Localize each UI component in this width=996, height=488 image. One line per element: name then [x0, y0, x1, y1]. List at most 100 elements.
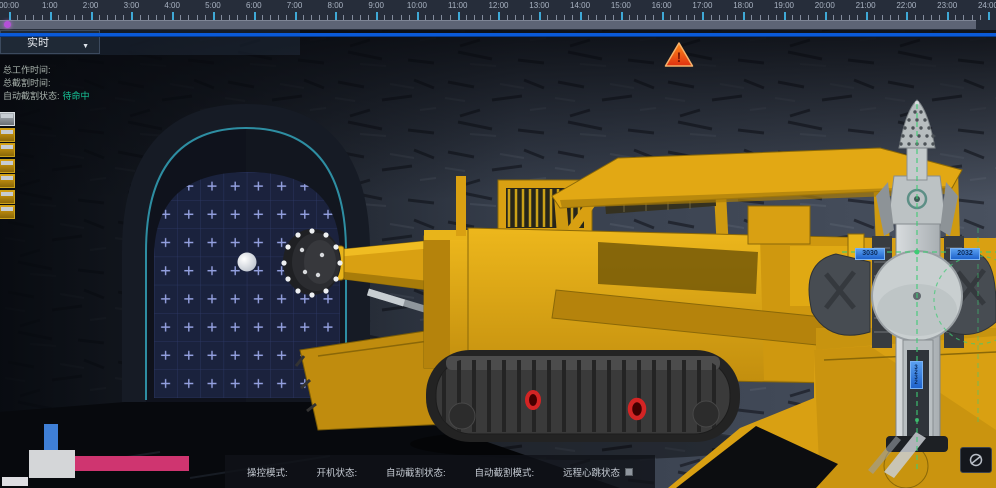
bottom-bar-item: 自动截割模式: [474, 465, 534, 479]
timeline-hour-label: 11:00 [448, 1, 467, 10]
clear-tool-icon[interactable] [960, 447, 992, 473]
measurement-badge-vertical: 3232 [910, 361, 923, 389]
bottom-status-bar: 操控模式: 开机状态: 自动截割状态: 自动截割模式: 远程心跳状态 [225, 455, 655, 488]
hour-tick [295, 12, 297, 20]
timeline-hour-label: 7:00 [287, 1, 303, 10]
hour-tick [417, 12, 419, 20]
hour-tick [580, 12, 582, 20]
bottom-bar-label: 操控模式: [247, 465, 288, 479]
hour-tick [9, 12, 11, 20]
equipment-icon-strip[interactable] [0, 112, 16, 221]
hour-tick [539, 12, 541, 20]
timeline-hour-label: 19:00 [774, 1, 794, 10]
hour-tick [784, 12, 786, 20]
timeline-hour-label: 22:00 [896, 1, 916, 10]
timeline-hour-label: 4:00 [164, 1, 180, 10]
timeline-hour-label: 14:00 [570, 1, 590, 10]
status-panel: 总工作时间:总截割时间:自动截割状态:待命中 [3, 63, 90, 102]
hour-tick [498, 12, 500, 20]
axis-gizmo [0, 420, 200, 480]
hour-tick [743, 12, 745, 20]
hour-tick [866, 12, 868, 20]
minute-tick [980, 15, 981, 20]
timeline-hour-label: 18:00 [733, 1, 753, 10]
timeline-hour-label: 6:00 [246, 1, 262, 10]
timeline-hour-label: 12:00 [488, 1, 508, 10]
playhead-marker[interactable] [4, 21, 11, 28]
hour-tick [91, 12, 93, 20]
bottom-bar-item: 远程心跳状态 [563, 465, 633, 479]
status-value: 待命中 [63, 91, 90, 101]
status-label: 总截割时间: [3, 78, 51, 88]
measurement-badge-right: 2032 [950, 248, 980, 260]
warning-icon[interactable]: ! [664, 41, 694, 73]
hour-tick [50, 12, 52, 20]
equipment-thumbnail-icon[interactable] [0, 190, 15, 204]
bottom-bar-item: 自动截割状态: [386, 465, 446, 479]
hour-tick [947, 12, 949, 20]
timeline-hour-label: 13:00 [529, 1, 549, 10]
timeline-hour-label: 16:00 [652, 1, 672, 10]
status-label: 自动截割状态: [3, 91, 60, 101]
status-line: 自动截割状态:待命中 [3, 89, 90, 102]
timeline-hour-label: 10:00 [407, 1, 427, 10]
app-window: 00:00 1:00 2:00 3:00 4:00 5:00 6:00 7:00 8:00 9:0… [0, 0, 996, 488]
timeline-hour-label: 23:00 [937, 1, 957, 10]
hour-tick [335, 12, 337, 20]
timeline-hour-label: 3:00 [124, 1, 140, 10]
timeline-hour-label: 20:00 [815, 1, 835, 10]
bottom-bar-item: 开机状态: [316, 465, 357, 479]
axis-origin-square [29, 450, 75, 478]
hour-tick [621, 12, 623, 20]
bottom-bar-label: 自动截割状态: [386, 465, 446, 479]
timeline-hour-label: 5:00 [205, 1, 221, 10]
equipment-thumbnail-icon[interactable] [0, 143, 15, 157]
hour-tick [172, 12, 174, 20]
timeline-hour-label: 24:00 [978, 1, 996, 10]
timeline-hour-label: 17:00 [692, 1, 712, 10]
timeline-bar[interactable]: 00:00 1:00 2:00 3:00 4:00 5:00 6:00 7:00 8:00 9:0… [0, 0, 996, 30]
hour-tick [213, 12, 215, 20]
target-sphere-marker [238, 253, 257, 272]
equipment-thumbnail-icon[interactable] [0, 128, 15, 142]
hour-tick [825, 12, 827, 20]
heartbeat-indicator [625, 468, 633, 476]
bottom-bar-label: 自动截割模式: [474, 465, 534, 479]
timeline-range-band[interactable] [0, 20, 976, 29]
hour-tick [254, 12, 256, 20]
equipment-thumbnail-icon[interactable] [0, 112, 15, 126]
bottom-bar-item: 操控模式: [247, 465, 288, 479]
axis-x-bar [75, 456, 189, 471]
timeline-hour-label: 2:00 [83, 1, 99, 10]
hour-tick [906, 12, 908, 20]
hour-tick [662, 12, 664, 20]
timeline-hour-label: 15:00 [611, 1, 631, 10]
hour-tick [458, 12, 460, 20]
status-label: 总工作时间: [3, 65, 51, 75]
timeline-hour-label: 00:00 [0, 1, 19, 10]
bottom-bar-label: 开机状态: [316, 465, 357, 479]
status-line: 总截割时间: [3, 76, 90, 89]
hour-tick [376, 12, 378, 20]
hour-tick [702, 12, 704, 20]
red-tow-ring [527, 392, 539, 408]
equipment-thumbnail-icon[interactable] [0, 205, 15, 219]
measurement-badge-left: 3030 [855, 248, 885, 260]
tunnel-3d-scene [0, 0, 996, 488]
timeline-hour-label: 9:00 [368, 1, 384, 10]
red-tow-ring [630, 400, 644, 418]
corner-chip [2, 477, 28, 486]
timeline-hour-label: 21:00 [856, 1, 876, 10]
timeline-hour-label: 1:00 [42, 1, 58, 10]
hour-tick [131, 12, 133, 20]
svg-text:!: ! [677, 49, 682, 65]
chevron-down-icon: ▼ [82, 43, 89, 50]
bottom-bar-label: 远程心跳状态 [563, 465, 620, 479]
timeline-hour-label: 8:00 [328, 1, 344, 10]
crawler-track [426, 350, 740, 442]
status-line: 总工作时间: [3, 63, 90, 76]
accent-divider [0, 33, 996, 37]
equipment-thumbnail-icon[interactable] [0, 174, 15, 188]
hour-tick [988, 12, 990, 20]
equipment-thumbnail-icon[interactable] [0, 159, 15, 173]
